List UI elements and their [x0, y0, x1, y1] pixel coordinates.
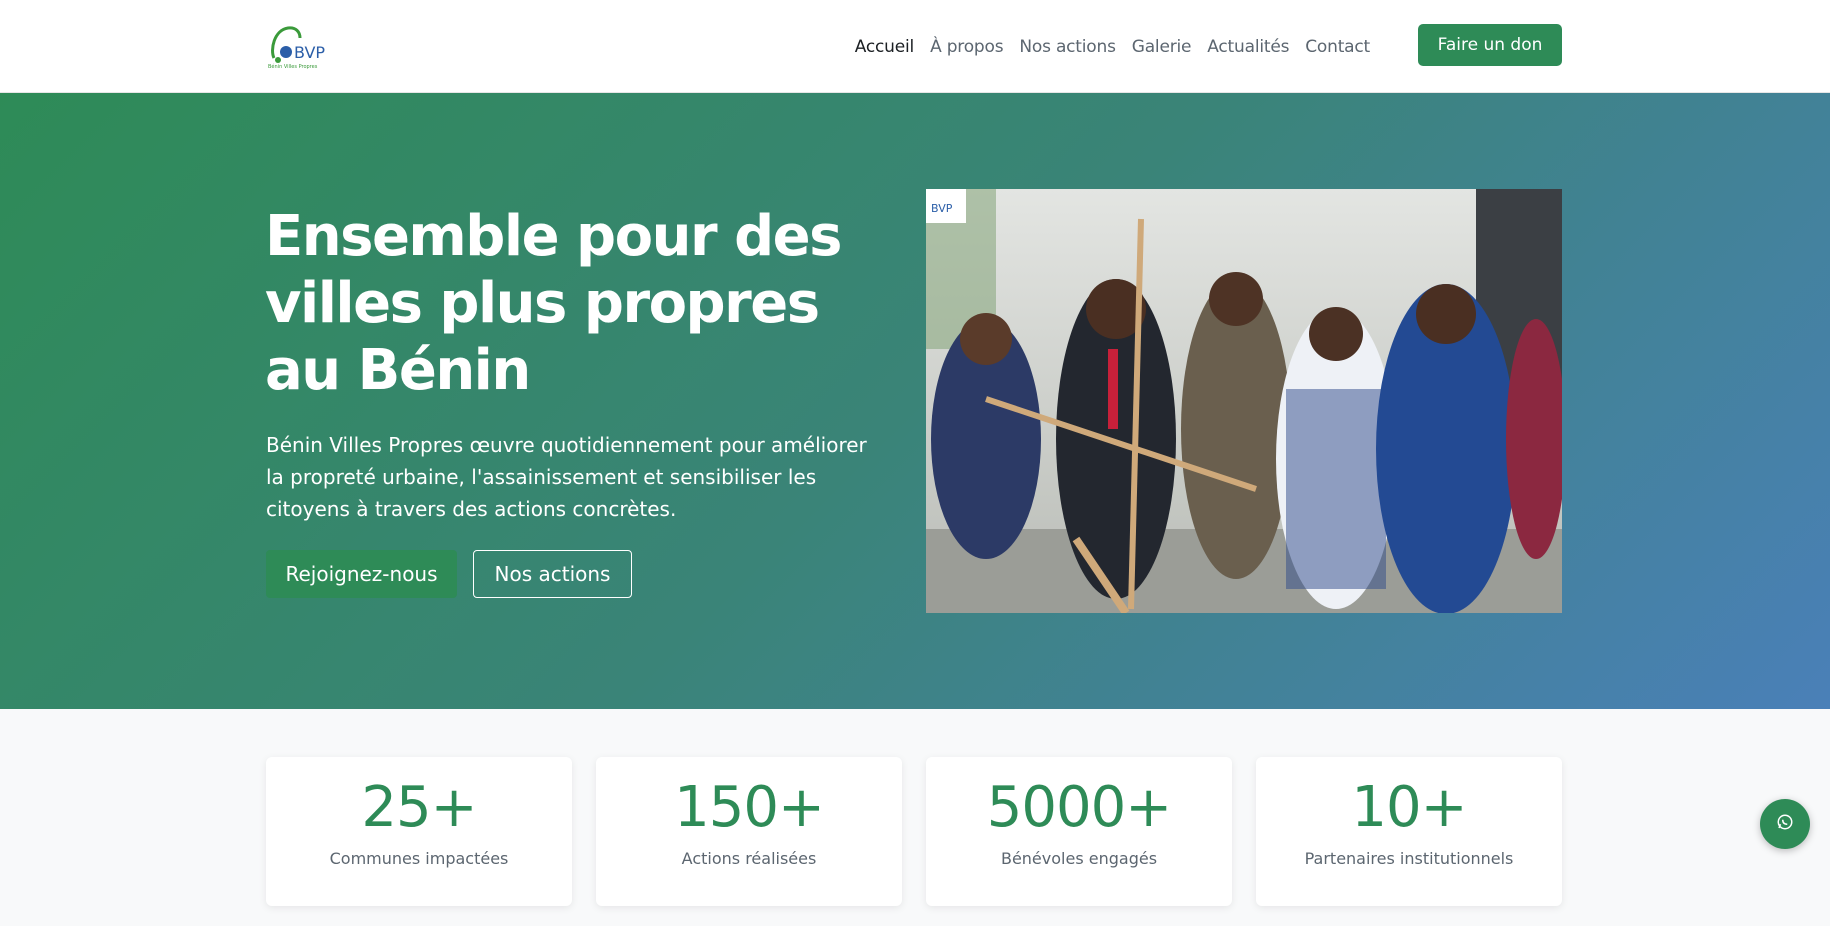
stat-label: Communes impactées	[329, 849, 509, 868]
whatsapp-button[interactable]	[1760, 799, 1810, 849]
hero-photo: BVP	[926, 189, 1562, 613]
stat-label: Actions réalisées	[681, 849, 817, 868]
hero-section: Ensemble pour des villes plus propres au…	[0, 93, 1830, 709]
hero-text: Bénin Villes Propres œuvre quotidienneme…	[266, 433, 867, 521]
stat-value: 5000+	[986, 775, 1172, 840]
stats-section: 25+ Communes impactées 150+ Actions réal…	[266, 757, 1562, 906]
stat-card: 25+ Communes impactées	[266, 757, 572, 906]
nav-actualites[interactable]: Actualités	[1207, 37, 1289, 57]
stat-value: 150+	[674, 775, 825, 840]
stat-card: 150+ Actions réalisées	[596, 757, 902, 906]
nav-contact[interactable]: Contact	[1305, 37, 1370, 57]
our-actions-button[interactable]: Nos actions	[473, 550, 632, 598]
main-nav: Accueil À propos Nos actions Galerie Act…	[855, 0, 1370, 93]
svg-text:Bénin Villes Propres: Bénin Villes Propres	[268, 63, 318, 70]
donate-button[interactable]: Faire un don	[1418, 24, 1562, 66]
svg-text:BVP: BVP	[931, 202, 953, 215]
nav-accueil[interactable]: Accueil	[855, 37, 915, 57]
stat-value: 25+	[361, 775, 477, 840]
stat-card: 10+ Partenaires institutionnels	[1256, 757, 1562, 906]
svg-text:BVP: BVP	[294, 43, 325, 62]
hero-title: Ensemble pour des villes plus propres au…	[265, 204, 842, 403]
stat-label: Bénévoles engagés	[1000, 849, 1158, 868]
stat-card: 5000+ Bénévoles engagés	[926, 757, 1232, 906]
join-button[interactable]: Rejoignez-nous	[266, 550, 457, 598]
whatsapp-icon	[1776, 813, 1794, 835]
nav-galerie[interactable]: Galerie	[1132, 37, 1192, 57]
nav-a-propos[interactable]: À propos	[930, 37, 1003, 57]
site-logo[interactable]: BVP Bénin Villes Propres	[266, 20, 332, 70]
stat-label: Partenaires institutionnels	[1304, 849, 1514, 868]
stat-value: 10+	[1351, 775, 1467, 840]
nav-nos-actions[interactable]: Nos actions	[1019, 37, 1116, 57]
navbar: BVP Bénin Villes Propres Accueil À propo…	[0, 0, 1830, 93]
